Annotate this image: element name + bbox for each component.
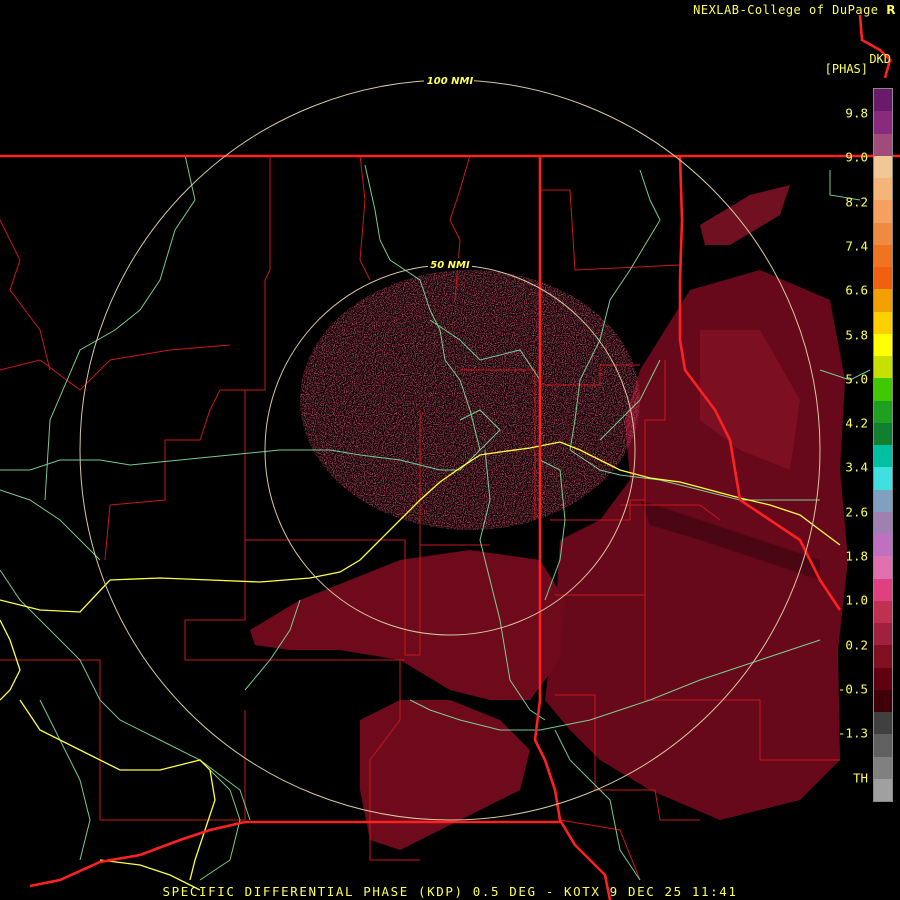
radar-echo-south-lobe — [360, 700, 530, 850]
legend-swatch — [874, 645, 892, 668]
legend-tick-label: 1.8 — [845, 548, 868, 564]
legend-swatch — [874, 400, 892, 423]
units-label: [PHAS] — [824, 62, 868, 76]
legend-swatch — [874, 111, 892, 134]
legend-swatch — [874, 133, 892, 156]
legend-swatch — [874, 267, 892, 290]
nexlab-logo-icon: 𝗥 — [886, 3, 896, 17]
radar-map-canvas: 50 NMI 100 NMI — [0, 14, 900, 900]
legend-swatch — [874, 289, 892, 312]
site-id-label: DKD — [869, 52, 891, 66]
legend-tick-label: 7.4 — [845, 238, 868, 254]
legend-swatch — [874, 445, 892, 468]
legend-swatch — [874, 356, 892, 379]
legend-tick-label: -0.5 — [837, 681, 868, 697]
legend-swatch — [874, 200, 892, 223]
legend-swatch — [874, 600, 892, 623]
legend-swatch — [874, 556, 892, 579]
legend-swatch — [874, 778, 892, 801]
legend-tick-label: TH — [852, 770, 868, 786]
legend-swatch — [874, 578, 892, 601]
legend-tick-label: 3.4 — [845, 459, 868, 475]
legend-swatch — [874, 155, 892, 178]
legend-swatch — [874, 712, 892, 735]
legend-tick-label: 8.2 — [845, 194, 868, 210]
color-legend-bar — [873, 88, 893, 802]
header-credit: NEXLAB-College of DuPage 𝗥 — [693, 3, 896, 17]
product-caption: SPECIFIC DIFFERENTIAL PHASE (KDP) 0.5 DE… — [162, 884, 738, 899]
legend-swatch — [874, 222, 892, 245]
legend-swatch — [874, 511, 892, 534]
legend-swatch — [874, 467, 892, 490]
legend-tick-label: 5.0 — [845, 371, 868, 387]
legend-swatch — [874, 689, 892, 712]
legend-swatch — [874, 667, 892, 690]
radar-echo-south — [250, 550, 565, 700]
legend-swatch — [874, 422, 892, 445]
legend-swatch — [874, 378, 892, 401]
legend-tick-label: 1.0 — [845, 592, 868, 608]
legend-swatch — [874, 89, 892, 112]
credit-text: NEXLAB-College of DuPage — [693, 3, 879, 17]
legend-swatch — [874, 311, 892, 334]
range-ring-50-label: 50 NMI — [430, 260, 470, 271]
legend-tick-label: 0.2 — [845, 637, 868, 653]
legend-tick-label: 9.0 — [845, 149, 868, 165]
legend-swatch — [874, 756, 892, 779]
legend-swatch — [874, 623, 892, 646]
radar-echo-ne-band — [700, 185, 790, 245]
radar-echo-layer — [250, 185, 848, 850]
legend-tick-label: 6.6 — [845, 282, 868, 298]
legend-swatch — [874, 178, 892, 201]
legend-tick-label: 2.6 — [845, 504, 868, 520]
legend-swatch — [874, 333, 892, 356]
legend-swatch — [874, 489, 892, 512]
range-ring-100-label: 100 NMI — [427, 76, 474, 87]
legend-swatch — [874, 244, 892, 267]
legend-tick-label: 9.8 — [845, 105, 868, 121]
radar-map: 50 NMI 100 NMI NEXLAB-College of DuPage … — [0, 0, 900, 900]
legend-tick-label: 4.2 — [845, 415, 868, 431]
legend-swatch — [874, 534, 892, 557]
legend-tick-label: 5.8 — [845, 327, 868, 342]
legend-tick-label: -1.3 — [837, 725, 868, 741]
legend-swatch — [874, 734, 892, 757]
